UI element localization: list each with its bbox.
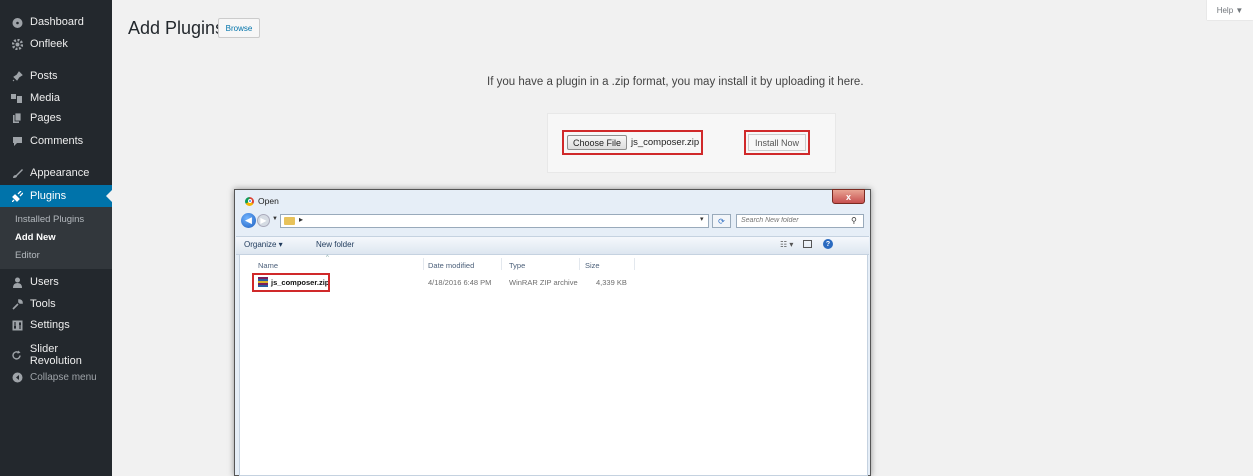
menu-label: Users — [30, 276, 59, 288]
collapse-icon — [11, 371, 23, 383]
navigation-bar: ◀ ▶ ▼ ▸ ▾ ⟳ ⚲ — [241, 213, 864, 230]
address-bar[interactable]: ▸ ▾ — [280, 214, 709, 228]
menu-slider-revolution[interactable]: Slider Revolution — [0, 343, 112, 367]
wrench-icon — [11, 298, 23, 310]
search-box[interactable]: ⚲ — [736, 214, 864, 228]
user-icon — [11, 276, 23, 288]
chrome-icon — [245, 196, 254, 206]
menu-label: Media — [30, 92, 60, 104]
help-icon[interactable]: ? — [823, 239, 833, 249]
menu-label: Posts — [30, 70, 58, 82]
browse-button[interactable]: Browse — [218, 18, 260, 38]
column-separator — [501, 258, 502, 270]
menu-media[interactable]: Media — [0, 88, 112, 108]
open-file-dialog: Open x ◀ ▶ ▼ ▸ ▾ ⟳ ⚲ Organize ▾ New fold… — [234, 189, 871, 476]
menu-tools[interactable]: Tools — [0, 294, 112, 314]
dashboard-icon — [11, 16, 23, 28]
column-separator — [579, 258, 580, 270]
sort-arrow-icon: ^ — [326, 255, 329, 261]
menu-label: Comments — [30, 135, 84, 147]
pin-icon — [11, 70, 23, 82]
column-name[interactable]: Name — [258, 261, 278, 270]
menu-posts[interactable]: Posts — [0, 66, 112, 86]
install-now-button[interactable]: Install Now — [748, 134, 806, 151]
dialog-title: Open — [258, 196, 279, 206]
selected-file-name: js_composer.zip — [631, 137, 700, 148]
column-separator — [423, 258, 424, 270]
folder-icon — [284, 217, 295, 225]
menu-label: Pages — [30, 112, 62, 124]
settings-icon — [11, 319, 23, 331]
menu-label: Onfleek — [30, 38, 68, 50]
search-icon[interactable]: ⚲ — [851, 216, 857, 225]
column-size[interactable]: Size — [585, 261, 600, 270]
plug-icon — [11, 190, 23, 202]
organize-button[interactable]: Organize ▾ — [244, 240, 283, 249]
submenu-add-new[interactable]: Add New — [15, 232, 56, 243]
back-arrow-icon[interactable]: ◀ — [241, 213, 256, 228]
column-type[interactable]: Type — [509, 261, 525, 270]
admin-sidebar: Dashboard Onfleek Posts Media Pages Comm… — [0, 0, 112, 476]
new-folder-button[interactable]: New folder — [316, 240, 354, 249]
collapse-menu-button[interactable]: Collapse menu — [0, 367, 112, 387]
forward-arrow-icon[interactable]: ▶ — [257, 214, 270, 227]
menu-label: Dashboard — [30, 16, 84, 28]
menu-label: Plugins — [30, 190, 67, 202]
file-type: WinRAR ZIP archive — [509, 278, 578, 287]
menu-label: Appearance — [30, 167, 90, 179]
help-tab[interactable]: Help ▼ — [1207, 0, 1253, 20]
plugins-submenu: Installed Plugins Add New Editor — [0, 207, 112, 269]
choose-file-button[interactable]: Choose File — [567, 135, 627, 150]
file-highlight — [252, 273, 330, 292]
media-icon — [11, 92, 23, 104]
menu-onfleek[interactable]: Onfleek — [0, 34, 112, 54]
upload-instruction: If you have a plugin in a .zip format, y… — [487, 76, 864, 88]
menu-appearance[interactable]: Appearance — [0, 163, 112, 183]
preview-pane-icon[interactable] — [803, 240, 812, 248]
address-dropdown-icon[interactable]: ▾ — [700, 215, 704, 223]
submenu-editor[interactable]: Editor — [15, 250, 40, 261]
refresh-icon[interactable]: ⟳ — [712, 214, 731, 228]
menu-comments[interactable]: Comments — [0, 131, 112, 151]
menu-label: Collapse menu — [30, 371, 97, 383]
breadcrumb-arrow-icon[interactable]: ▸ — [299, 215, 303, 224]
search-input[interactable] — [741, 217, 841, 224]
pages-icon — [11, 112, 23, 124]
view-options-icon[interactable]: ☷ ▾ — [780, 240, 793, 249]
dialog-toolbar: Organize ▾ New folder ☷ ▾ ? — [236, 236, 869, 255]
dialog-title-bar: Open — [245, 196, 279, 206]
file-list: Name ^ Date modified Type Size js_compos… — [239, 254, 868, 476]
refresh-icon — [11, 349, 23, 361]
gear-icon — [11, 38, 23, 50]
menu-dashboard[interactable]: Dashboard — [0, 12, 112, 32]
menu-label: Settings — [30, 319, 70, 331]
page-title: Add Plugins — [128, 18, 225, 38]
submenu-installed-plugins[interactable]: Installed Plugins — [15, 214, 84, 225]
file-size: 4,339 KB — [596, 278, 627, 287]
menu-pages[interactable]: Pages — [0, 108, 112, 128]
menu-users[interactable]: Users — [0, 272, 112, 292]
brush-icon — [11, 167, 23, 179]
menu-label: Tools — [30, 298, 56, 310]
menu-plugins[interactable]: Plugins — [0, 185, 112, 207]
comment-icon — [11, 135, 23, 147]
file-date: 4/18/2016 6:48 PM — [428, 278, 492, 287]
column-date-modified[interactable]: Date modified — [428, 261, 474, 270]
menu-settings[interactable]: Settings — [0, 315, 112, 335]
dialog-close-button[interactable]: x — [832, 189, 865, 204]
column-separator — [634, 258, 635, 270]
menu-label: Slider Revolution — [29, 343, 82, 367]
history-dropdown-icon[interactable]: ▼ — [272, 216, 278, 222]
